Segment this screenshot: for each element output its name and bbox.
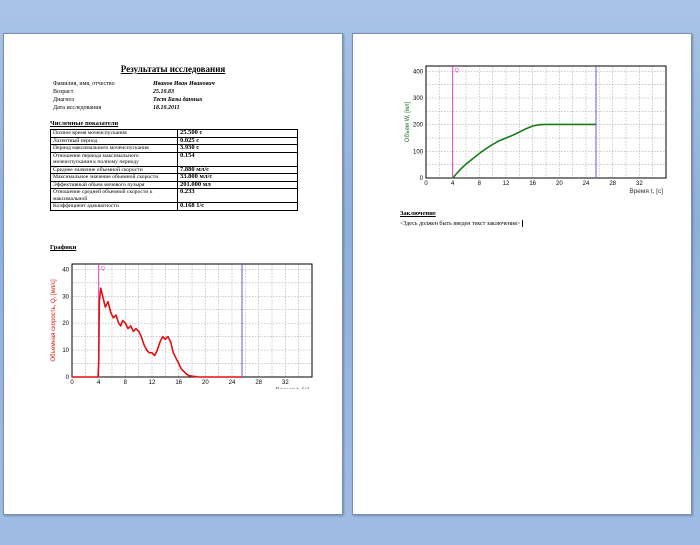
metric-label: Отношение периода максимального мочеиспу… xyxy=(50,151,178,167)
report-page-2: 0 4 8 12 16 20 24 28 32 0 100 200 300 400 Q Время t, [с… xyxy=(352,33,692,515)
x-tick-label: 12 xyxy=(149,380,156,386)
x-tick-label: 32 xyxy=(636,181,643,187)
x-axis-label: Время t, [с] xyxy=(275,387,309,389)
info-value: 18.10.2011 xyxy=(153,105,180,111)
y-tick-label: 0 xyxy=(420,176,424,182)
patient-info-row: Диагноз Тест Базы данных xyxy=(53,96,215,104)
y-tick-label: 20 xyxy=(62,321,69,327)
metric-value: 201.000 мл xyxy=(177,180,298,189)
metric-label: Полное время мочеиспускания xyxy=(50,129,178,138)
patient-info-row: Возраст 25.10.83 xyxy=(53,88,215,96)
metric-value: 3.930 с xyxy=(177,144,298,153)
y-tick-label: 30 xyxy=(62,294,69,300)
x-tick-label: 20 xyxy=(202,380,209,386)
metric-row: Отношение средней объемной скорости к ма… xyxy=(50,188,298,203)
metric-label: Латентный период xyxy=(50,136,178,145)
y-tick-label: 300 xyxy=(413,96,424,102)
metric-row: Среднее значение объемной скорости 7.880 … xyxy=(50,165,298,174)
info-label: Возраст xyxy=(53,89,74,95)
metric-label: Коэффициент адекватности xyxy=(50,202,178,211)
metric-label: Отношение средней объемной скорости к ма… xyxy=(50,188,178,203)
metric-label: Эффективный объем мочевого пузыря xyxy=(50,180,178,189)
x-tick-label: 28 xyxy=(609,181,616,187)
x-tick-label: 0 xyxy=(424,181,428,187)
x-tick-label: 8 xyxy=(124,380,128,386)
x-tick-label: 12 xyxy=(503,181,510,187)
y-tick-label: 40 xyxy=(62,267,69,273)
x-tick-label: 20 xyxy=(556,181,563,187)
x-tick-label: 8 xyxy=(478,181,482,187)
metric-row: Латентный период 0.025 с xyxy=(50,136,298,145)
metric-value: 0.168 1/с xyxy=(177,202,298,211)
conclusion-text[interactable]: <Здесь должен быть введен текст заключен… xyxy=(400,220,524,227)
x-axis-label: Время t, [с] xyxy=(629,188,663,195)
plot-frame xyxy=(425,65,667,179)
conclusion-placeholder: <Здесь должен быть введен текст заключен… xyxy=(400,220,521,227)
x-tick-label: 4 xyxy=(97,380,101,386)
x-tick-label: 16 xyxy=(529,181,536,187)
info-label: Дата исследования xyxy=(53,105,102,111)
metric-value: 33.800 мл/с xyxy=(177,173,298,182)
marker-label: Q xyxy=(455,68,460,74)
flow-rate-chart: 0 4 8 12 16 20 24 28 32 0 10 20 30 40 Q Время t, [с] Объ… xyxy=(51,263,313,389)
x-tick-label: 16 xyxy=(175,380,182,386)
metric-label: Максимальное значение объемной скорости xyxy=(50,173,178,182)
metric-row: Отношение периода максимального мочеиспу… xyxy=(50,151,298,167)
patient-info-row: Фамилия, имя, отчество Иванов Иван Иванов… xyxy=(53,80,215,88)
metric-label: Среднее значение объемной скорости xyxy=(50,165,178,174)
y-tick-label: 10 xyxy=(62,348,69,354)
report-title: Результаты исследования xyxy=(120,64,226,74)
metrics-table: Полное время мочеиспускания 25.500 с Латен… xyxy=(50,129,298,211)
report-page-1: Результаты исследования Фамилия, имя, от… xyxy=(3,33,343,515)
y-axis-label: Объемная скорость, Q, [мл/с] xyxy=(51,279,57,362)
patient-info-row: Дата исследования 18.10.2011 xyxy=(53,104,215,112)
x-tick-label: 24 xyxy=(229,380,236,386)
marker-label: Q xyxy=(101,266,106,272)
y-tick-label: 400 xyxy=(413,69,424,75)
conclusion-heading: Заключение xyxy=(400,210,436,217)
y-axis-label: Объем W, [мл] xyxy=(405,101,411,142)
metric-row: Полное время мочеиспускания 25.500 с xyxy=(50,129,298,138)
x-tick-label: 4 xyxy=(451,181,455,187)
metric-label: Период максимального мочеиспускания xyxy=(50,144,178,153)
metric-row: Период максимального мочеиспускания 3.930… xyxy=(50,144,298,153)
y-tick-label: 200 xyxy=(413,123,424,129)
info-value: Иванов Иван Иванович xyxy=(153,81,215,87)
metric-row: Максимальное значение объемной скорости 3… xyxy=(50,173,298,182)
text-cursor xyxy=(522,220,524,227)
volume-chart: 0 4 8 12 16 20 24 28 32 0 100 200 300 400 Q Время t, [с… xyxy=(405,65,667,195)
info-label: Диагноз xyxy=(53,97,75,103)
x-tick-label: 0 xyxy=(70,380,74,386)
x-tick-label: 32 xyxy=(282,380,289,386)
metric-value: 0.233 xyxy=(177,188,298,203)
y-tick-label: 100 xyxy=(413,149,424,155)
metric-value: 25.500 с xyxy=(177,129,298,138)
x-tick-label: 28 xyxy=(255,380,262,386)
metric-row: Коэффициент адекватности 0.168 1/с xyxy=(50,202,298,211)
y-tick-label: 0 xyxy=(66,375,70,381)
metric-value: 0.154 xyxy=(177,151,298,167)
metrics-heading: Численные показатели xyxy=(50,120,119,127)
x-tick-label: 24 xyxy=(583,181,590,187)
patient-info: Фамилия, имя, отчество Иванов Иван Иванов… xyxy=(53,80,215,112)
metric-row: Эффективный объем мочевого пузыря 201.000… xyxy=(50,180,298,189)
info-value: 25.10.83 xyxy=(153,89,174,95)
info-value: Тест Базы данных xyxy=(153,97,203,103)
info-label: Фамилия, имя, отчество xyxy=(53,81,115,87)
